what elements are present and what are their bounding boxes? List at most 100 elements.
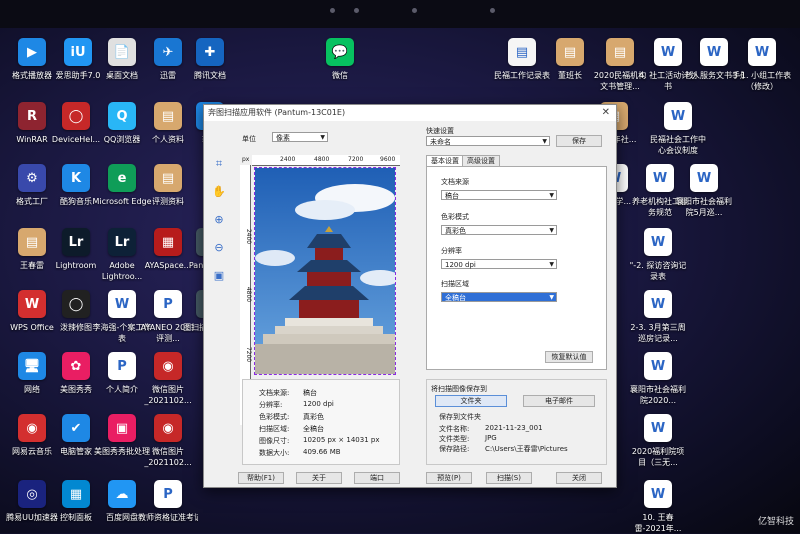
color-mode-value: 真彩色 bbox=[445, 227, 466, 235]
desktop-icon[interactable]: W 襄阳市社会福利院5月巡... bbox=[674, 164, 734, 218]
desktop-icon-label: 微信图片_2021102... bbox=[144, 447, 192, 467]
app-icon: ✈ bbox=[154, 38, 182, 66]
ruler-tick: 7200 bbox=[245, 346, 253, 363]
desktop-icon[interactable]: ▤ 评测资料 bbox=[138, 164, 198, 207]
save-path-label: 保存路径: bbox=[439, 445, 470, 453]
app-icon: iU bbox=[64, 38, 92, 66]
save-to-folder-button[interactable]: 文件夹 bbox=[435, 395, 507, 407]
desktop-icon[interactable]: W 襄阳市社会福利院2020... bbox=[628, 352, 688, 406]
app-icon: P bbox=[154, 290, 182, 318]
scan-area-label: 扫描区域 bbox=[441, 280, 469, 288]
scan-button[interactable]: 扫描(S) bbox=[486, 472, 532, 484]
scan-area-select[interactable]: 全稿台 ▼ bbox=[441, 292, 557, 302]
dialog-titlebar[interactable]: 奔图扫描应用软件 (Pantum-13C01E) ✕ bbox=[204, 105, 616, 121]
monitor-bezel-top bbox=[0, 0, 800, 28]
app-icon: W bbox=[748, 38, 776, 66]
app-icon: ▦ bbox=[154, 228, 182, 256]
desktop-icon-label: 教师资格证准考证 bbox=[138, 513, 198, 522]
app-icon: W bbox=[700, 38, 728, 66]
crop-icon[interactable]: ⌗ bbox=[212, 157, 226, 171]
ruler-tick: 9600 bbox=[380, 156, 396, 163]
about-button[interactable]: 关于 bbox=[296, 472, 342, 484]
desktop-icon-label: 2-3. 3月第三周巡房记录... bbox=[630, 323, 686, 343]
app-icon: K bbox=[62, 164, 90, 192]
desktop-icon-label: 襄阳市社会福利院5月巡... bbox=[676, 197, 732, 217]
app-icon: 📄 bbox=[108, 38, 136, 66]
desktop-icon[interactable]: W 2020福利院项目（三无... bbox=[628, 414, 688, 468]
chevron-down-icon: ▼ bbox=[542, 138, 547, 145]
resolution-value: 1200 dpi bbox=[445, 261, 476, 269]
unit-select[interactable]: 像素 ▼ bbox=[272, 132, 328, 142]
app-icon: ▤ bbox=[154, 164, 182, 192]
temple-of-heaven-photo bbox=[255, 168, 395, 374]
restore-defaults-button[interactable]: 恢复默认值 bbox=[545, 351, 593, 363]
help-button[interactable]: 帮助(F1) bbox=[238, 472, 284, 484]
desktop-icon[interactable]: ✚ 腾讯文档 bbox=[180, 38, 240, 81]
scan-area-value: 全稿台 bbox=[445, 294, 466, 302]
app-icon: P bbox=[154, 480, 182, 508]
app-icon: ▤ bbox=[556, 38, 584, 66]
dialog-title: 奔图扫描应用软件 (Pantum-13C01E) bbox=[208, 108, 346, 117]
save-to-email-button[interactable]: 电子邮件 bbox=[523, 395, 595, 407]
desktop-icon[interactable]: ◉ 微信图片_2021102... bbox=[138, 414, 198, 468]
port-button[interactable]: 端口 bbox=[354, 472, 400, 484]
info-key: 图像尺寸: bbox=[259, 437, 290, 445]
color-mode-select[interactable]: 真彩色 ▼ bbox=[441, 225, 557, 235]
app-icon: W bbox=[664, 102, 692, 130]
horizontal-ruler: px 2400 4800 7200 9600 bbox=[242, 155, 400, 166]
app-icon: 🖥 bbox=[18, 352, 46, 380]
file-type-label: 文件类型: bbox=[439, 435, 470, 443]
desktop-icon-label: 微信 bbox=[332, 71, 348, 80]
file-name-value: 2021-11-23_001 bbox=[485, 424, 543, 432]
app-icon: ✿ bbox=[62, 352, 90, 380]
app-icon: W bbox=[654, 38, 682, 66]
app-icon: ▤ bbox=[18, 228, 46, 256]
ruler-unit: px bbox=[242, 156, 250, 163]
quick-settings-select[interactable]: 未命名 ▼ bbox=[426, 136, 550, 146]
desktop-icon-label: 2020福利院项目（三无... bbox=[631, 447, 685, 467]
basic-settings-panel: 文档来源 稿台 ▼ 色彩模式 真彩色 ▼ 分辨率 1200 dpi ▼ 扫描区域 全稿… bbox=[426, 166, 607, 370]
info-value: 10205 px × 14031 px bbox=[303, 436, 380, 444]
desktop-icon[interactable]: W 2-3. 3月第三周巡房记录... bbox=[628, 290, 688, 344]
zoom-out-icon[interactable]: ⊖ bbox=[212, 241, 226, 255]
info-key: 色彩模式: bbox=[259, 413, 290, 421]
save-settings-button[interactable]: 保存 bbox=[556, 135, 602, 147]
file-name-label: 文件名称: bbox=[439, 425, 470, 433]
resolution-select[interactable]: 1200 dpi ▼ bbox=[441, 259, 557, 269]
app-icon: W bbox=[644, 352, 672, 380]
ruler-tick: 2400 bbox=[280, 156, 296, 163]
app-icon: ▤ bbox=[508, 38, 536, 66]
preview-button[interactable]: 预览(P) bbox=[426, 472, 472, 484]
app-icon: W bbox=[18, 290, 46, 318]
zoom-in-icon[interactable]: ⊕ bbox=[212, 213, 226, 227]
unit-label: 单位 bbox=[242, 135, 256, 143]
close-button[interactable]: 关闭 bbox=[556, 472, 602, 484]
chevron-down-icon: ▼ bbox=[549, 192, 554, 199]
desktop-icon-label: 襄阳市社会福利院2020... bbox=[630, 385, 686, 405]
chevron-down-icon: ▼ bbox=[549, 227, 554, 234]
desktop-icon[interactable]: W 3-1. 小组工作表（修改） bbox=[732, 38, 792, 92]
app-icon: Lr bbox=[108, 228, 136, 256]
desktop-icon[interactable]: W 10. 王春雷-2021年... bbox=[628, 480, 688, 534]
doc-source-select[interactable]: 稿台 ▼ bbox=[441, 190, 557, 200]
app-icon: 💬 bbox=[326, 38, 354, 66]
color-mode-label: 色彩模式 bbox=[441, 213, 469, 221]
close-icon[interactable]: ✕ bbox=[602, 105, 610, 121]
fit-icon[interactable]: ▣ bbox=[212, 269, 226, 283]
app-icon: Lr bbox=[62, 228, 90, 256]
app-icon: ◉ bbox=[154, 352, 182, 380]
hand-icon[interactable]: ✋ bbox=[212, 185, 226, 199]
bezel-dot bbox=[412, 8, 417, 13]
app-icon: ✔ bbox=[62, 414, 90, 442]
desktop-icon[interactable]: W "-2. 探访咨询记录表 bbox=[628, 228, 688, 282]
desktop-icon[interactable]: W 民福社会工作中心会议制度 bbox=[648, 102, 708, 156]
desktop-icon[interactable]: P 教师资格证准考证 bbox=[138, 480, 198, 523]
ruler-tick: 4800 bbox=[314, 156, 330, 163]
chevron-down-icon: ▼ bbox=[320, 134, 325, 141]
desktop-icon[interactable]: ◉ 微信图片_2021102... bbox=[138, 352, 198, 406]
app-icon: ☁ bbox=[108, 480, 136, 508]
info-key: 数据大小: bbox=[259, 449, 290, 457]
scan-preview[interactable] bbox=[254, 167, 396, 375]
desktop-icon[interactable]: 💬 微信 bbox=[310, 38, 370, 81]
app-icon: W bbox=[646, 164, 674, 192]
